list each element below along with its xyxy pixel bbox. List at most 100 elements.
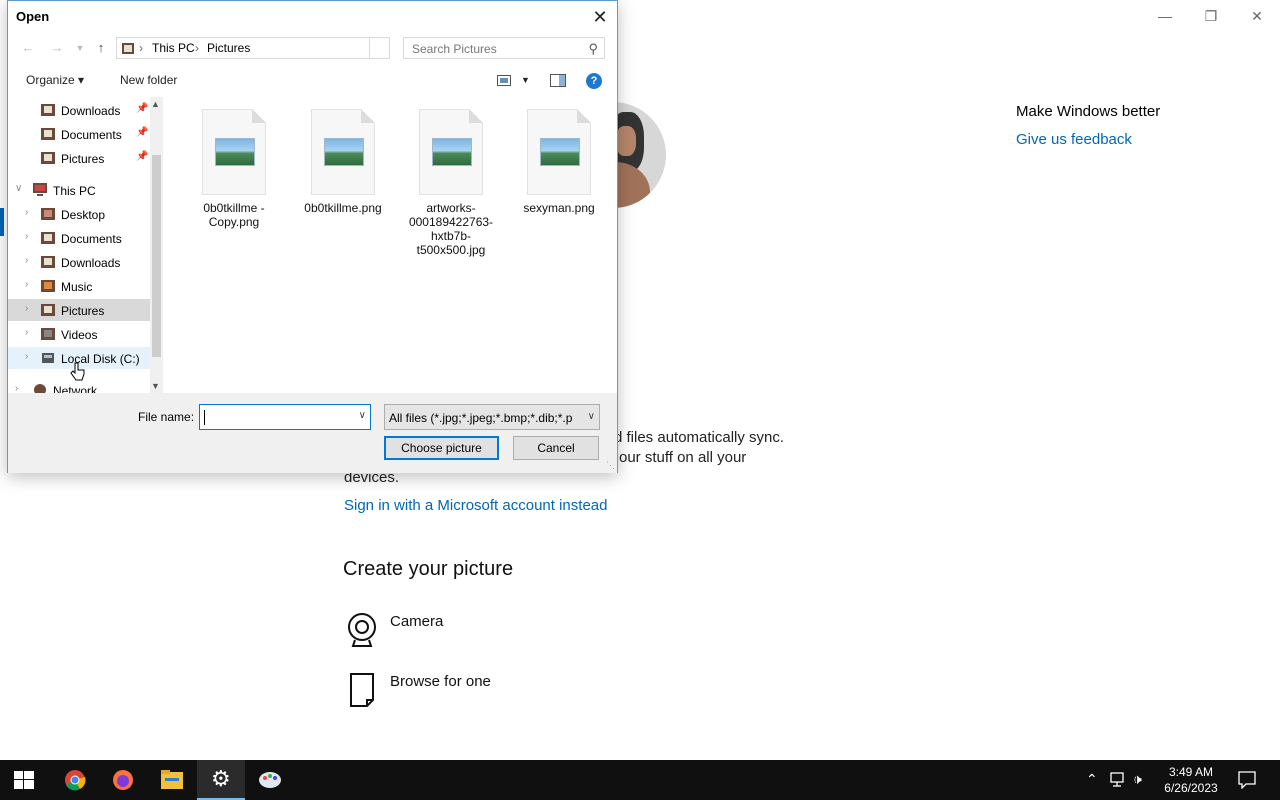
cancel-button[interactable]: Cancel xyxy=(513,436,599,460)
chevron-down-icon[interactable]: ∨ xyxy=(587,411,595,422)
preview-pane-icon[interactable] xyxy=(550,74,566,87)
clock[interactable]: 3:49 AM 6/26/2023 xyxy=(1152,764,1230,796)
file-item[interactable]: 0b0tkillme - Copy.png xyxy=(184,109,284,229)
make-windows-better-title: Make Windows better xyxy=(1016,103,1161,120)
image-file-icon xyxy=(527,109,591,195)
chevron-down-icon[interactable]: ∨ xyxy=(359,410,366,421)
camera-option[interactable]: Camera xyxy=(390,613,443,630)
restore-button[interactable]: ❐ xyxy=(1188,4,1234,28)
collapse-chevron-icon[interactable]: ∨ xyxy=(15,183,22,194)
address-history-dropdown[interactable] xyxy=(369,38,389,58)
network-icon xyxy=(34,384,46,393)
paint-taskbar-button[interactable] xyxy=(246,760,294,800)
expand-chevron-icon[interactable]: › xyxy=(25,255,28,266)
drive-icon xyxy=(42,353,54,363)
network-tray-icon[interactable] xyxy=(1110,772,1128,788)
firefox-taskbar-button[interactable] xyxy=(99,760,147,800)
file-explorer-taskbar-button[interactable] xyxy=(148,760,196,800)
firefox-icon xyxy=(113,770,133,790)
signin-microsoft-link[interactable]: Sign in with a Microsoft account instead xyxy=(344,497,607,514)
expand-chevron-icon[interactable]: › xyxy=(25,207,28,218)
account-info-line2: our stuff on all your xyxy=(619,449,747,466)
file-item[interactable]: sexyman.png xyxy=(509,109,609,215)
taskbar: ⚙ ⌃ 🕩 3:49 AM 6/26/2023 xyxy=(0,760,1280,800)
breadcrumb-separator: › xyxy=(139,41,143,55)
dialog-footer: File name: ∨ All files (*.jpg;*.jpeg;*.b… xyxy=(8,393,617,473)
search-input[interactable]: Search Pictures ⚲ xyxy=(403,37,605,59)
nav-pane-scrollbar[interactable]: ▲ ▼ xyxy=(150,97,163,393)
view-icon[interactable] xyxy=(497,75,511,86)
back-button[interactable]: ← xyxy=(18,39,38,57)
help-icon[interactable]: ? xyxy=(586,73,602,89)
choose-picture-button[interactable]: Choose picture xyxy=(384,436,499,460)
pin-icon: 📌 xyxy=(136,127,149,138)
file-item[interactable]: artworks-000189422763-hxtb7b-t500x500.jp… xyxy=(401,109,501,257)
resize-grip-icon[interactable]: ⋱ xyxy=(606,460,615,471)
feedback-link[interactable]: Give us feedback xyxy=(1016,131,1132,148)
chrome-taskbar-button[interactable] xyxy=(51,760,99,800)
dialog-title: Open xyxy=(16,9,50,24)
pin-icon: 📌 xyxy=(136,103,149,114)
expand-chevron-icon[interactable]: › xyxy=(15,383,18,393)
nav-downloads[interactable]: › Downloads xyxy=(8,251,150,273)
downloads-folder-icon xyxy=(41,104,55,116)
windows-logo-icon xyxy=(14,771,34,789)
nav-quick-documents[interactable]: Documents 📌 xyxy=(8,123,150,145)
dialog-close-button[interactable]: ✕ xyxy=(585,3,615,31)
expand-chevron-icon[interactable]: › xyxy=(25,327,28,338)
nav-quick-pictures[interactable]: Pictures 📌 xyxy=(8,147,150,169)
nav-music[interactable]: › Music xyxy=(8,275,150,297)
organize-menu[interactable]: Organize ▾ xyxy=(26,73,84,87)
file-name-input[interactable]: ∨ xyxy=(199,404,371,430)
nav-pictures[interactable]: › Pictures xyxy=(8,299,150,321)
expand-chevron-icon[interactable]: › xyxy=(25,351,28,362)
minimize-button[interactable]: — xyxy=(1142,4,1188,28)
scroll-down-arrow[interactable]: ▼ xyxy=(151,381,160,391)
new-folder-button[interactable]: New folder xyxy=(120,73,177,87)
computer-icon xyxy=(33,183,47,196)
settings-taskbar-button[interactable]: ⚙ xyxy=(197,760,245,800)
show-hidden-icons-chevron-icon[interactable]: ⌃ xyxy=(1086,771,1098,788)
expand-chevron-icon[interactable]: › xyxy=(25,303,28,314)
text-caret xyxy=(204,410,205,425)
breadcrumb-this-pc[interactable]: This PC xyxy=(152,41,195,55)
scroll-up-arrow[interactable]: ▲ xyxy=(151,99,160,109)
browse-option[interactable]: Browse for one xyxy=(390,673,491,690)
breadcrumb-separator: › xyxy=(195,41,199,55)
nav-selection-indicator xyxy=(0,208,4,236)
music-folder-icon xyxy=(41,280,55,292)
nav-this-pc[interactable]: ∨ This PC xyxy=(8,179,150,201)
file-type-select[interactable]: All files (*.jpg;*.jpeg;*.bmp;*.dib;*.p … xyxy=(384,404,600,430)
close-button[interactable]: ✕ xyxy=(1234,4,1280,28)
breadcrumb-pictures[interactable]: Pictures xyxy=(207,41,250,55)
search-icon: ⚲ xyxy=(588,41,598,56)
account-info-line1: d files automatically sync. xyxy=(614,429,785,446)
expand-chevron-icon[interactable]: › xyxy=(25,279,28,290)
create-picture-heading: Create your picture xyxy=(343,558,514,580)
scrollbar-thumb[interactable] xyxy=(152,155,161,357)
volume-icon[interactable]: 🕩 xyxy=(1133,771,1142,788)
document-icon[interactable] xyxy=(345,672,379,708)
documents-folder-icon xyxy=(41,128,55,140)
action-center-icon[interactable] xyxy=(1238,771,1256,789)
up-button[interactable]: ↑ xyxy=(91,39,111,57)
nav-documents[interactable]: › Documents xyxy=(8,227,150,249)
address-bar[interactable]: › This PC › Pictures xyxy=(116,37,390,59)
file-list: 0b0tkillme - Copy.png 0b0tkillme.png art… xyxy=(163,97,617,393)
file-name-label: File name: xyxy=(138,410,195,424)
expand-chevron-icon[interactable]: › xyxy=(25,231,28,242)
open-file-dialog: Open ✕ ← → ▼ ↑ › This PC › Pictures Sear… xyxy=(7,0,618,473)
pin-icon: 📌 xyxy=(136,151,149,162)
nav-desktop[interactable]: › Desktop xyxy=(8,203,150,225)
recent-locations-button[interactable]: ▼ xyxy=(70,39,90,57)
hand-cursor-icon xyxy=(70,362,85,381)
file-item[interactable]: 0b0tkillme.png xyxy=(293,109,393,215)
forward-button[interactable]: → xyxy=(47,39,67,57)
documents-folder-icon xyxy=(41,232,55,244)
pictures-folder-icon xyxy=(41,304,55,316)
view-options-dropdown[interactable]: ▼ xyxy=(521,75,530,85)
nav-videos[interactable]: › Videos xyxy=(8,323,150,345)
start-button[interactable] xyxy=(0,760,48,800)
nav-quick-downloads[interactable]: Downloads 📌 xyxy=(8,99,150,121)
webcam-icon[interactable] xyxy=(345,612,379,648)
